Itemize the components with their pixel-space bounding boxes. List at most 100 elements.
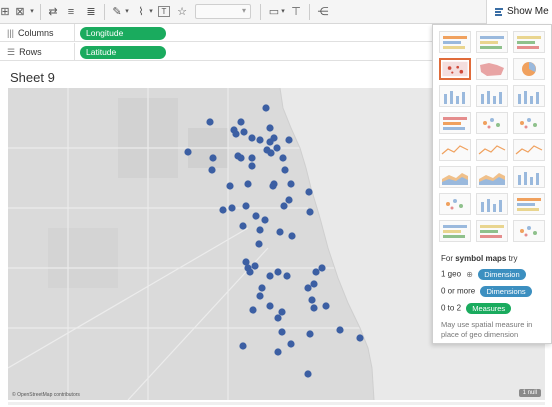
chart-type-filled-map[interactable] xyxy=(476,58,508,80)
map-mark[interactable] xyxy=(266,272,274,280)
map-mark[interactable] xyxy=(208,166,216,174)
chart-type-area-discrete[interactable] xyxy=(476,166,508,188)
map-mark[interactable] xyxy=(249,306,257,314)
map-mark[interactable] xyxy=(237,118,245,126)
map-mark[interactable] xyxy=(274,348,282,356)
chart-type-side-by-side-circles[interactable] xyxy=(513,112,545,134)
chart-type-packed-bubbles[interactable] xyxy=(513,220,545,242)
map-mark[interactable] xyxy=(239,222,247,230)
map-mark[interactable] xyxy=(248,154,256,162)
map-mark[interactable] xyxy=(209,154,217,162)
map-mark[interactable] xyxy=(252,212,260,220)
map-mark[interactable] xyxy=(239,342,247,350)
map-mark[interactable] xyxy=(276,228,284,236)
longitude-pill[interactable]: Longitude xyxy=(80,27,166,40)
map-mark[interactable] xyxy=(356,334,364,342)
pin-icon[interactable]: ☆ xyxy=(175,4,189,20)
chart-type-bullet-graph[interactable] xyxy=(476,220,508,242)
map-mark[interactable] xyxy=(219,206,227,214)
fit-dropdown[interactable]: ▾ xyxy=(195,4,251,19)
map-mark[interactable] xyxy=(248,162,256,170)
nulls-indicator[interactable]: 1 null xyxy=(518,389,541,397)
map-mark[interactable] xyxy=(266,124,274,132)
columns-shelf[interactable]: ||| Columns Longitude xyxy=(0,24,432,42)
map-mark[interactable] xyxy=(206,118,214,126)
map-mark[interactable] xyxy=(256,136,264,144)
map-mark[interactable] xyxy=(306,208,314,216)
presentation-icon[interactable]: ⊤ xyxy=(289,4,303,20)
map-mark[interactable] xyxy=(256,226,264,234)
map-mark[interactable] xyxy=(246,268,254,276)
map-mark[interactable] xyxy=(232,130,240,138)
chevron-down-icon[interactable]: ▾ xyxy=(280,4,286,20)
map-mark[interactable] xyxy=(285,136,293,144)
chart-type-scatter-plot[interactable] xyxy=(439,193,471,215)
map-mark[interactable] xyxy=(280,202,288,210)
rows-shelf[interactable]: ☰ Rows Latitude xyxy=(0,43,432,61)
map-mark[interactable] xyxy=(242,202,250,210)
chart-type-highlight-table[interactable] xyxy=(513,31,545,53)
chevron-down-icon[interactable]: ▾ xyxy=(28,4,36,20)
chart-type-lines-continuous[interactable] xyxy=(439,139,471,161)
map-mark[interactable] xyxy=(310,280,318,288)
map-mark[interactable] xyxy=(318,264,326,272)
map-mark[interactable] xyxy=(266,302,274,310)
latitude-pill[interactable]: Latitude xyxy=(80,46,166,59)
map-mark[interactable] xyxy=(261,216,269,224)
map-mark[interactable] xyxy=(287,180,295,188)
map-mark[interactable] xyxy=(256,292,264,300)
chart-type-circle-view[interactable] xyxy=(476,112,508,134)
map-mark[interactable] xyxy=(310,304,318,312)
chart-type-gantt-chart[interactable] xyxy=(439,220,471,242)
chart-type-side-by-side-bars[interactable] xyxy=(513,85,545,107)
map-mark[interactable] xyxy=(287,340,295,348)
map-mark[interactable] xyxy=(274,314,282,322)
highlight-icon[interactable]: ✎ xyxy=(110,4,124,20)
chart-type-horizontal-bars[interactable] xyxy=(439,85,471,107)
map-mark[interactable] xyxy=(304,284,312,292)
chevron-down-icon[interactable]: ▾ xyxy=(148,4,154,20)
map-mark[interactable] xyxy=(269,182,277,190)
map-mark[interactable] xyxy=(279,154,287,162)
map-mark[interactable] xyxy=(226,182,234,190)
horizontal-scrollbar[interactable] xyxy=(8,402,545,405)
map-mark[interactable] xyxy=(251,262,259,270)
map-mark[interactable] xyxy=(244,180,252,188)
undo-icon[interactable]: ⊞ xyxy=(0,4,10,20)
map-mark[interactable] xyxy=(237,154,245,162)
map-mark[interactable] xyxy=(267,149,275,157)
sort-descending-icon[interactable]: ≣ xyxy=(84,4,98,20)
chart-type-stacked-bars[interactable] xyxy=(476,85,508,107)
labels-icon[interactable]: T xyxy=(158,6,170,17)
map-mark[interactable] xyxy=(304,370,312,378)
map-mark[interactable] xyxy=(305,188,313,196)
map-mark[interactable] xyxy=(273,144,281,152)
map-mark[interactable] xyxy=(278,328,286,336)
group-icon[interactable]: ⌇ xyxy=(134,4,148,20)
map-mark[interactable] xyxy=(228,204,236,212)
chart-type-dual-lines[interactable] xyxy=(513,139,545,161)
show-me-button[interactable]: Show Me xyxy=(486,0,552,24)
swap-icon[interactable]: ⇄ xyxy=(46,4,60,20)
chevron-down-icon[interactable]: ▾ xyxy=(124,4,130,20)
map-mark[interactable] xyxy=(274,268,282,276)
chart-type-treemap[interactable] xyxy=(439,112,471,134)
map-mark[interactable] xyxy=(285,196,293,204)
chart-type-text-table[interactable] xyxy=(439,31,471,53)
map-mark[interactable] xyxy=(262,104,270,112)
map-mark[interactable] xyxy=(278,308,286,316)
map-mark[interactable] xyxy=(322,302,330,310)
clear-sheet-icon[interactable]: ⊠ xyxy=(12,4,28,20)
share-icon[interactable]: ⋲ xyxy=(316,4,330,20)
map-mark[interactable] xyxy=(281,166,289,174)
chart-type-symbol-map[interactable] xyxy=(439,58,471,80)
map-mark[interactable] xyxy=(266,138,274,146)
map-mark[interactable] xyxy=(255,240,263,248)
chart-type-box-and-whisker[interactable] xyxy=(513,193,545,215)
map-mark[interactable] xyxy=(184,148,192,156)
chart-type-heat-map[interactable] xyxy=(476,31,508,53)
sort-ascending-icon[interactable]: ≡ xyxy=(64,4,78,20)
map-mark[interactable] xyxy=(312,268,320,276)
map-mark[interactable] xyxy=(248,134,256,142)
map-mark[interactable] xyxy=(288,232,296,240)
